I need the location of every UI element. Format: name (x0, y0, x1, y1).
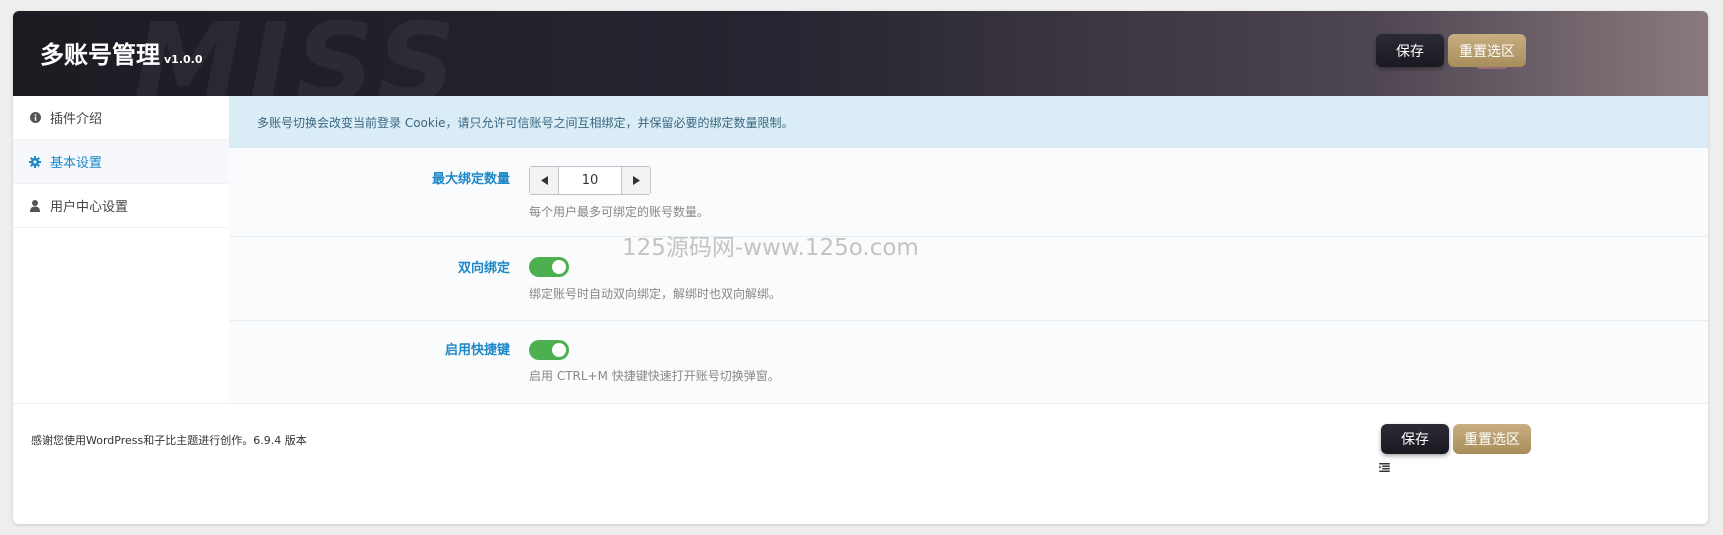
field-two-way-bind: 双向绑定 绑定账号时自动双向绑定，解绑时也双向解绑。 (229, 237, 1708, 321)
page-title: 多账号管理 v1.0.0 (40, 35, 203, 70)
sidebar-item-label: 用户中心设置 (50, 200, 129, 215)
field-description: 绑定账号时自动双向绑定，解绑时也双向解绑。 (529, 287, 782, 301)
footer-expand-icon[interactable] (1379, 457, 1390, 476)
notice-text: 多账号切换会改变当前登录 Cookie，请只允许可信账号之间互相绑定，并保留必要… (257, 115, 794, 130)
footer-credit: 感谢您使用WordPress和子比主题进行创作。6.9.4 版本 (31, 434, 307, 447)
field-label: 启用快捷键 (444, 343, 510, 358)
sidebar-item-user-center[interactable]: 用户中心设置 (13, 184, 229, 228)
gear-icon (28, 155, 42, 169)
reset-button[interactable]: 重置选区 (1448, 34, 1526, 67)
footer-save-button[interactable]: 保存 (1381, 424, 1449, 454)
hotkey-toggle[interactable] (529, 340, 569, 360)
version-label: v1.0.0 (164, 53, 203, 66)
info-icon (28, 111, 42, 125)
decrement-button[interactable] (530, 167, 558, 194)
field-label: 最大绑定数量 (431, 172, 510, 187)
caret-left-icon (540, 176, 548, 185)
sidebar-item-basic-settings[interactable]: 基本设置 (13, 140, 229, 184)
settings-content: 多账号切换会改变当前登录 Cookie，请只允许可信账号之间互相绑定，并保留必要… (229, 96, 1708, 403)
sidebar-item-label: 基本设置 (50, 156, 103, 171)
save-button[interactable]: 保存 (1376, 34, 1444, 67)
field-label: 双向绑定 (457, 261, 510, 276)
increment-button[interactable] (622, 167, 650, 194)
header-bar: MISS 多账号管理 v1.0.0 保存 重置选区 (13, 11, 1708, 96)
field-hotkey: 启用快捷键 启用 CTRL+M 快捷键快速打开账号切换弹窗。 (229, 321, 1708, 403)
notice-banner: 多账号切换会改变当前登录 Cookie，请只允许可信账号之间互相绑定，并保留必要… (229, 96, 1708, 148)
options-panel: MISS 多账号管理 v1.0.0 保存 重置选区 插件介绍 基本设置 用户中心… (13, 11, 1708, 524)
two-way-bind-toggle[interactable] (529, 257, 569, 277)
sidebar-item-label: 插件介绍 (50, 112, 103, 127)
quantity-stepper: 10 (529, 166, 651, 195)
title-text: 多账号管理 (40, 41, 160, 69)
footer-reset-button[interactable]: 重置选区 (1453, 424, 1531, 454)
sidebar-item-intro[interactable]: 插件介绍 (13, 96, 229, 140)
field-description: 每个用户最多可绑定的账号数量。 (529, 205, 710, 219)
user-icon (28, 199, 42, 213)
caret-right-icon (632, 176, 640, 185)
field-description: 启用 CTRL+M 快捷键快速打开账号切换弹窗。 (529, 369, 780, 383)
site-watermark: 125源码网-www.125o.com (622, 235, 919, 261)
max-bind-value[interactable]: 10 (558, 167, 622, 194)
sidebar: 插件介绍 基本设置 用户中心设置 (13, 96, 229, 403)
footer-bar: 感谢您使用WordPress和子比主题进行创作。6.9.4 版本 保存 重置选区 (13, 403, 1708, 524)
field-max-bind: 最大绑定数量 10 每个用户最多可绑定的账号数量。 (229, 148, 1708, 237)
